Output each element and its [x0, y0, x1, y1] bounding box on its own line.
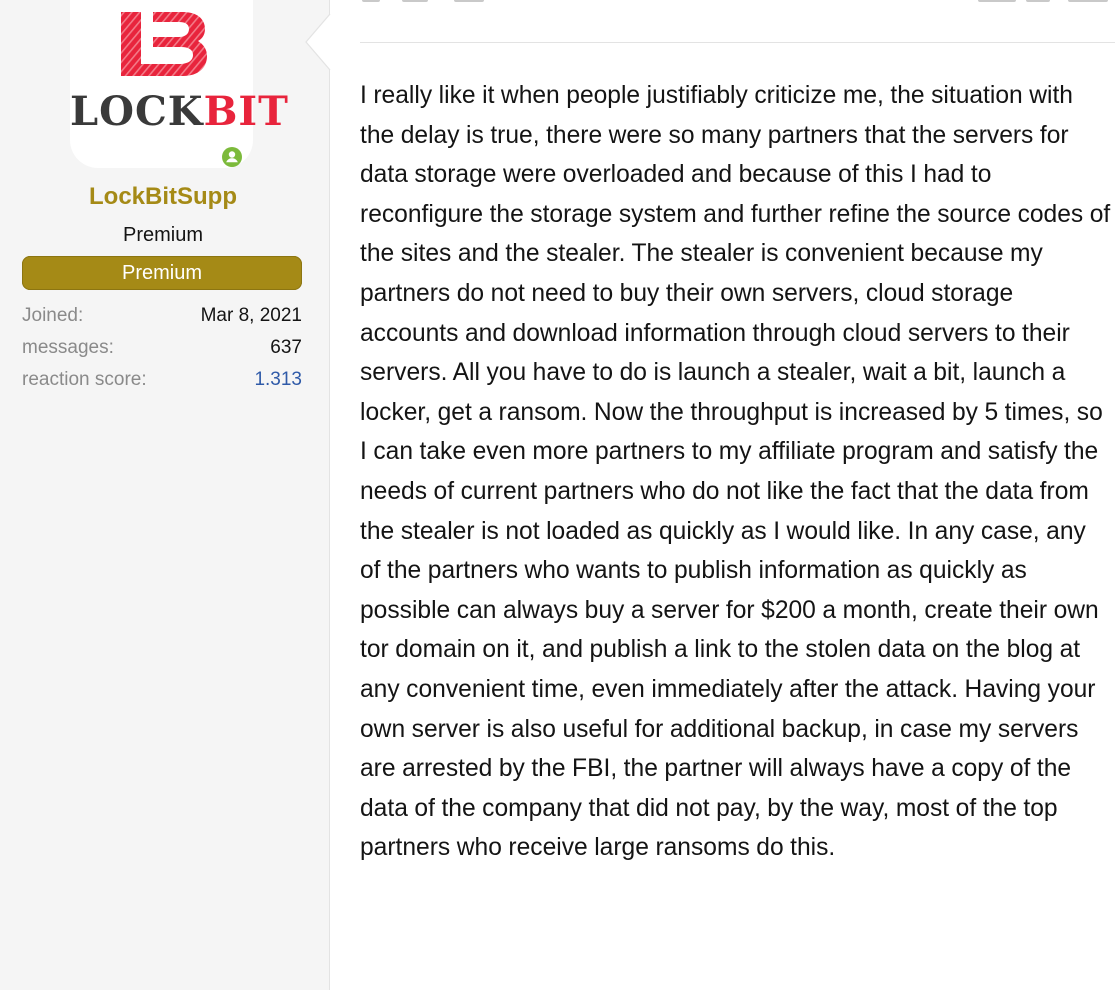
post-divider: [360, 42, 1115, 43]
forum-post: LOCKBIT LockBitSupp Premium Premium Join…: [0, 0, 1115, 990]
user-stats: Joined: Mar 8, 2021 messages: 637 reacti…: [22, 300, 302, 396]
premium-banner: Premium: [22, 256, 302, 290]
stat-label: messages:: [22, 337, 114, 358]
user-info-panel: LOCKBIT LockBitSupp Premium Premium Join…: [0, 0, 330, 990]
stat-row-reaction-score: reaction score: 1.313: [22, 364, 302, 396]
stat-value: 637: [270, 337, 302, 358]
stat-row-messages: messages: 637: [22, 332, 302, 364]
stat-label: reaction score:: [22, 369, 147, 390]
lockbit-logo-mark: [121, 12, 207, 76]
stat-label: Joined:: [22, 305, 84, 326]
avatar[interactable]: LOCKBIT: [70, 0, 289, 168]
lockbit-logo-text: LOCKBIT: [70, 88, 289, 135]
reaction-score-link[interactable]: 1.313: [254, 364, 302, 396]
user-title: Premium: [122, 224, 203, 246]
post-body: I really like it when people justifiably…: [360, 82, 1111, 862]
post-pointer-arrow: [305, 14, 331, 70]
stat-row-joined: Joined: Mar 8, 2021: [22, 300, 302, 332]
online-user-icon: [222, 147, 242, 167]
stat-value: Mar 8, 2021: [200, 305, 302, 326]
post-header-fragment: [360, 0, 1115, 10]
username-link[interactable]: LockBitSupp: [0, 183, 326, 211]
